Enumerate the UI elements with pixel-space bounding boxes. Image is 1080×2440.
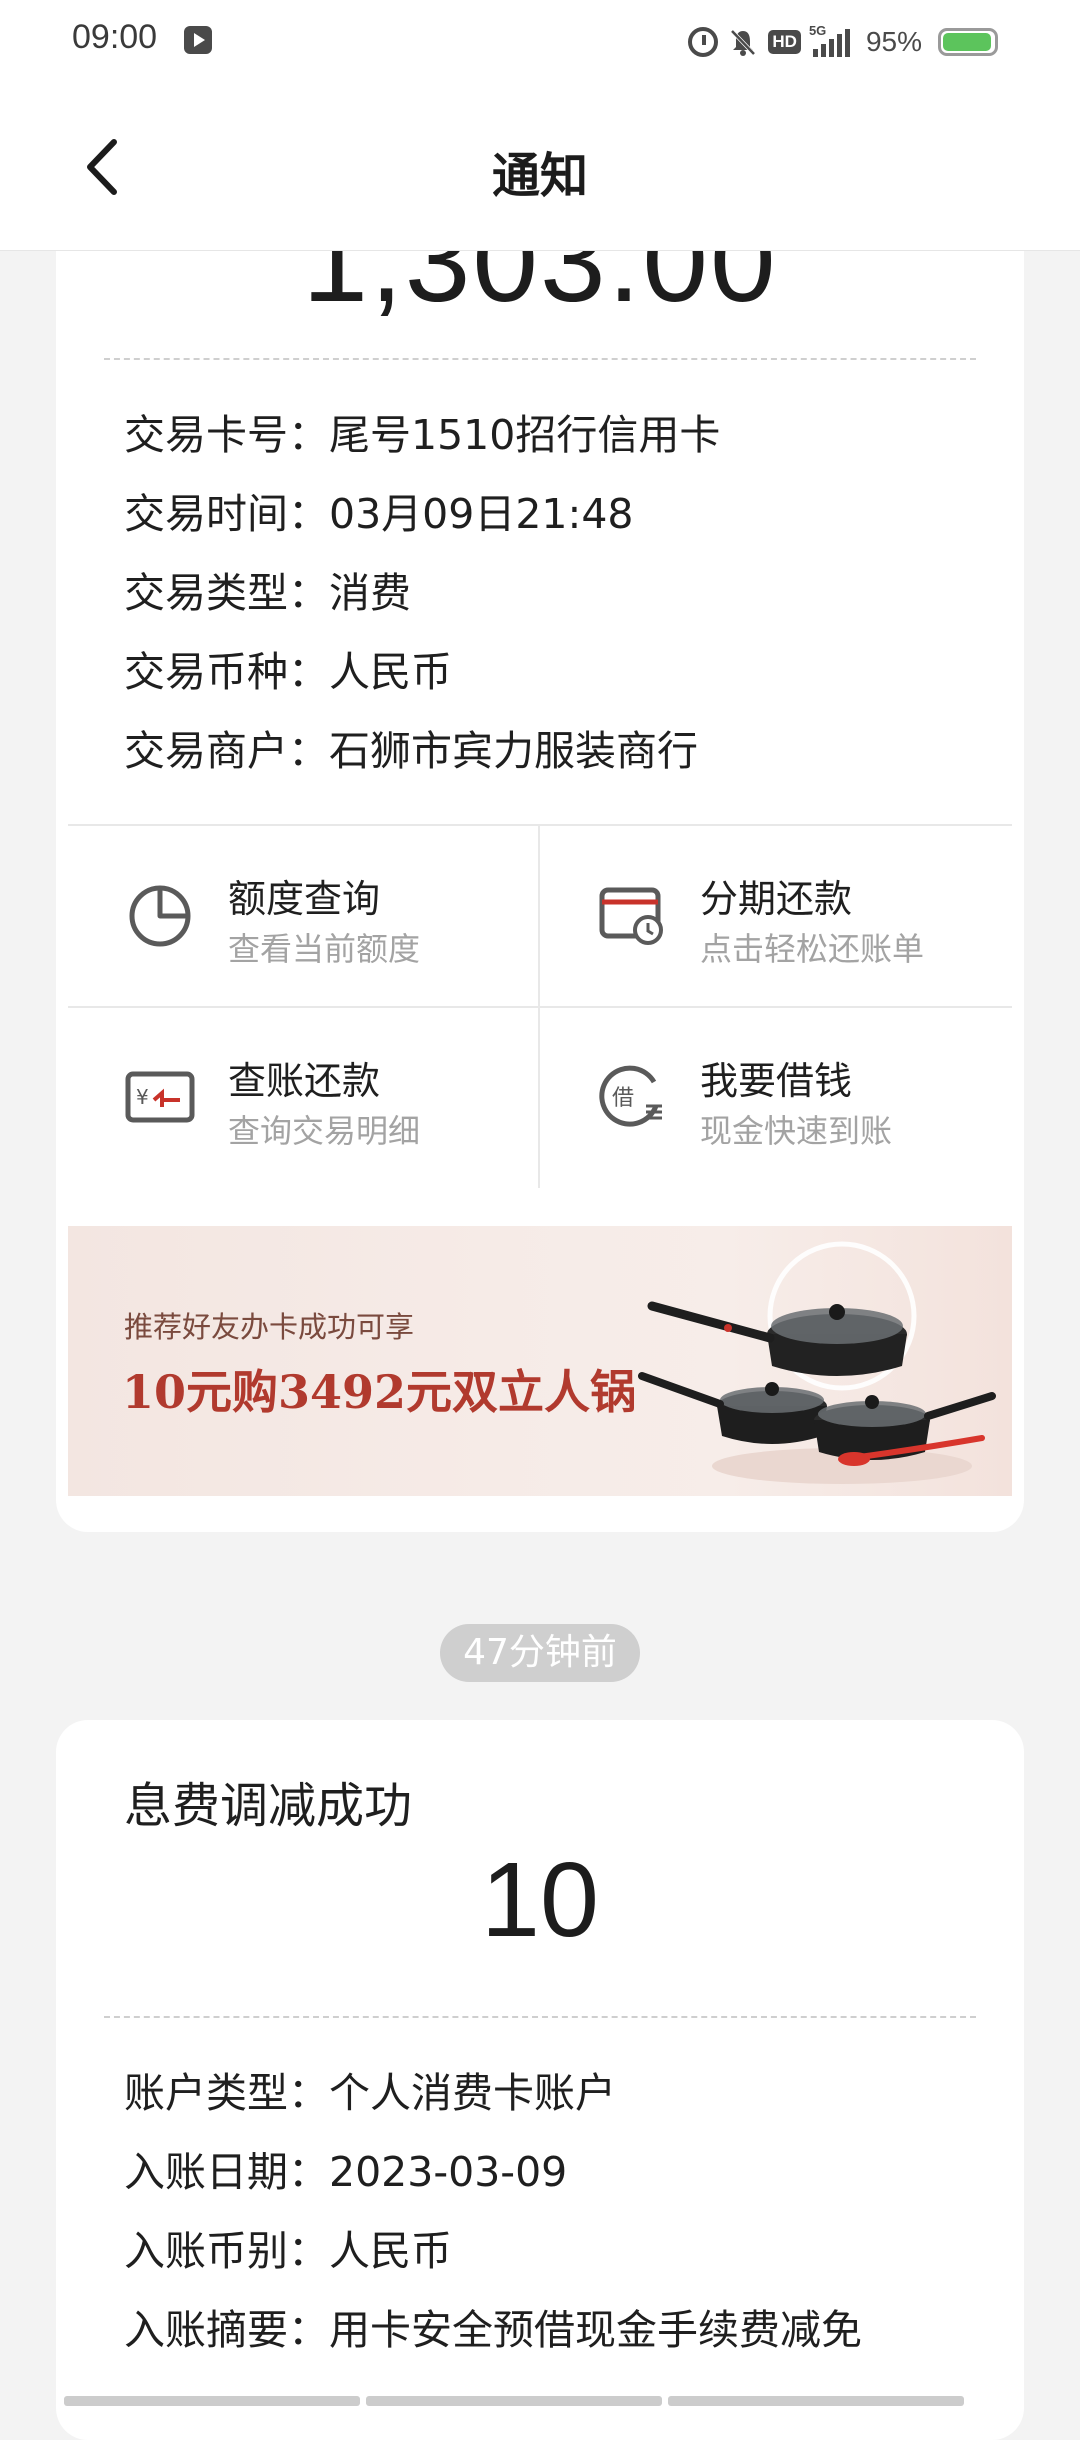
fee-details: 账户类型：个人消费卡账户 入账日期：2023-03-09 入账币别：人民币 入账… xyxy=(124,2054,862,2370)
detail-row-posting-currency: 入账币别：人民币 xyxy=(124,2227,452,2275)
grid-horizontal-divider xyxy=(68,1006,1012,1008)
detail-row-account-type: 账户类型：个人消费卡账户 xyxy=(124,2069,616,2117)
svg-text:借: 借 xyxy=(612,1086,634,1111)
transaction-details: 交易卡号：尾号1510招行信用卡 交易时间：03月09日21:48 交易类型：消… xyxy=(124,396,720,791)
battery-percent: 95% xyxy=(865,26,922,57)
action-title: 查账还款 xyxy=(228,1059,381,1103)
next-card-grid-edge xyxy=(64,2396,964,2406)
action-title: 额度查询 xyxy=(228,877,381,921)
app-bar: 通知 xyxy=(0,84,1080,251)
detail-row-summary: 入账摘要：用卡安全预借现金手续费减免 xyxy=(124,2306,862,2354)
status-icons: HD 5G 95% xyxy=(688,20,998,64)
action-bill-repay[interactable]: ¥ 查账还款 查询交易明细 xyxy=(68,1008,538,1188)
yuan-card-icon: ¥ xyxy=(124,1060,196,1132)
battery-icon xyxy=(938,28,998,56)
action-subtitle: 现金快速到账 xyxy=(700,1112,893,1150)
alarm-icon xyxy=(688,27,719,57)
banner-headline: 10元购3492元双立人锅 xyxy=(122,1365,637,1419)
action-title: 我要借钱 xyxy=(700,1059,853,1103)
dashed-divider xyxy=(104,2016,976,2018)
pie-chart-icon xyxy=(124,878,196,950)
notification-title: 息费调减成功 xyxy=(124,1778,413,1834)
action-credit-limit[interactable]: 额度查询 查看当前额度 xyxy=(68,826,538,1006)
quick-actions-grid: 额度查询 查看当前额度 分期还款 点击轻松还账单 ¥ 查账还款 查询交易明细 借… xyxy=(68,824,1012,1192)
media-play-icon xyxy=(184,26,212,54)
dashed-divider xyxy=(104,358,976,360)
detail-row-merchant: 交易商户：石狮市宾力服装商行 xyxy=(124,727,698,775)
battery-fill xyxy=(943,33,991,51)
fee-reduction-notification-card: 息费调减成功 10 账户类型：个人消费卡账户 入账日期：2023-03-09 入… xyxy=(56,1720,1024,2440)
cookware-image xyxy=(638,1241,996,1484)
bill-clock-icon xyxy=(596,878,668,950)
status-bar: 09:00 HD 5G 95% xyxy=(0,0,1080,84)
network-type-label: 5G xyxy=(808,23,827,38)
status-time: 09:00 xyxy=(72,18,158,56)
banner-subtitle: 推荐好友办卡成功可享 xyxy=(124,1310,415,1344)
detail-row-currency: 交易币种：人民币 xyxy=(124,648,452,696)
transaction-notification-card: 1,303.00 交易卡号：尾号1510招行信用卡 交易时间：03月09日21:… xyxy=(56,180,1024,1532)
hd-icon: HD xyxy=(768,30,801,54)
borrow-icon: 借 xyxy=(596,1060,668,1132)
promo-banner[interactable]: 推荐好友办卡成功可享 10元购3492元双立人锅 xyxy=(68,1226,1012,1496)
svg-text:¥: ¥ xyxy=(136,1085,149,1109)
page-title: 通知 xyxy=(491,148,588,204)
detail-row-card-number: 交易卡号：尾号1510招行信用卡 xyxy=(124,411,721,459)
action-subtitle: 查看当前额度 xyxy=(228,930,421,968)
signal-icon: 5G xyxy=(809,23,850,57)
action-title: 分期还款 xyxy=(700,877,853,921)
detail-row-time: 交易时间：03月09日21:48 xyxy=(124,490,634,538)
action-installment[interactable]: 分期还款 点击轻松还账单 xyxy=(540,826,1010,1006)
action-subtitle: 点击轻松还账单 xyxy=(700,930,925,968)
notification-amount: 10 xyxy=(481,1841,599,1959)
action-borrow[interactable]: 借 我要借钱 现金快速到账 xyxy=(540,1008,1010,1188)
mute-bell-icon xyxy=(728,27,758,57)
timestamp-badge: 47分钟前 xyxy=(440,1624,640,1682)
detail-row-type: 交易类型：消费 xyxy=(124,569,411,617)
action-subtitle: 查询交易明细 xyxy=(228,1112,421,1150)
detail-row-posting-date: 入账日期：2023-03-09 xyxy=(124,2148,568,2196)
